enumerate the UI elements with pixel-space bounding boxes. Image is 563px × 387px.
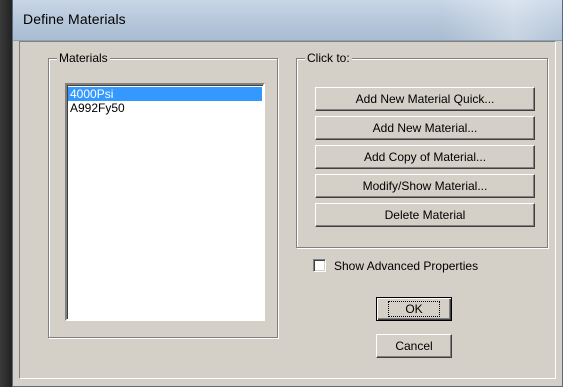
ok-button-label: OK — [388, 301, 440, 317]
cancel-button[interactable]: Cancel — [376, 334, 452, 358]
show-advanced-properties-checkbox[interactable] — [313, 259, 326, 272]
materials-groupbox: Materials 4000Psi A992Fy50 — [48, 50, 278, 338]
add-copy-of-material-button[interactable]: Add Copy of Material... — [315, 145, 535, 169]
list-item[interactable]: A992Fy50 — [68, 101, 262, 115]
title-bar-highlight — [442, 0, 562, 40]
add-new-material-quick-button[interactable]: Add New Material Quick... — [315, 87, 535, 111]
list-item[interactable]: 4000Psi — [68, 87, 262, 101]
dialog-client-area: Materials 4000Psi A992Fy50 Click to: Add… — [19, 41, 556, 379]
show-advanced-properties-label: Show Advanced Properties — [334, 259, 479, 273]
ok-button[interactable]: OK — [376, 297, 452, 321]
window-title: Define Materials — [23, 11, 126, 27]
add-new-material-button[interactable]: Add New Material... — [315, 116, 535, 140]
modify-show-material-button[interactable]: Modify/Show Material... — [315, 174, 535, 198]
delete-material-button[interactable]: Delete Material — [315, 203, 535, 227]
materials-group-label: Materials — [57, 50, 110, 66]
title-bar[interactable]: Define Materials — [13, 0, 562, 41]
materials-listbox[interactable]: 4000Psi A992Fy50 — [65, 83, 265, 321]
actions-groupbox: Click to: Add New Material Quick... Add … — [296, 50, 548, 248]
actions-group-label: Click to: — [305, 50, 352, 66]
define-materials-dialog: Define Materials Materials 4000Psi A992F… — [12, 0, 563, 387]
